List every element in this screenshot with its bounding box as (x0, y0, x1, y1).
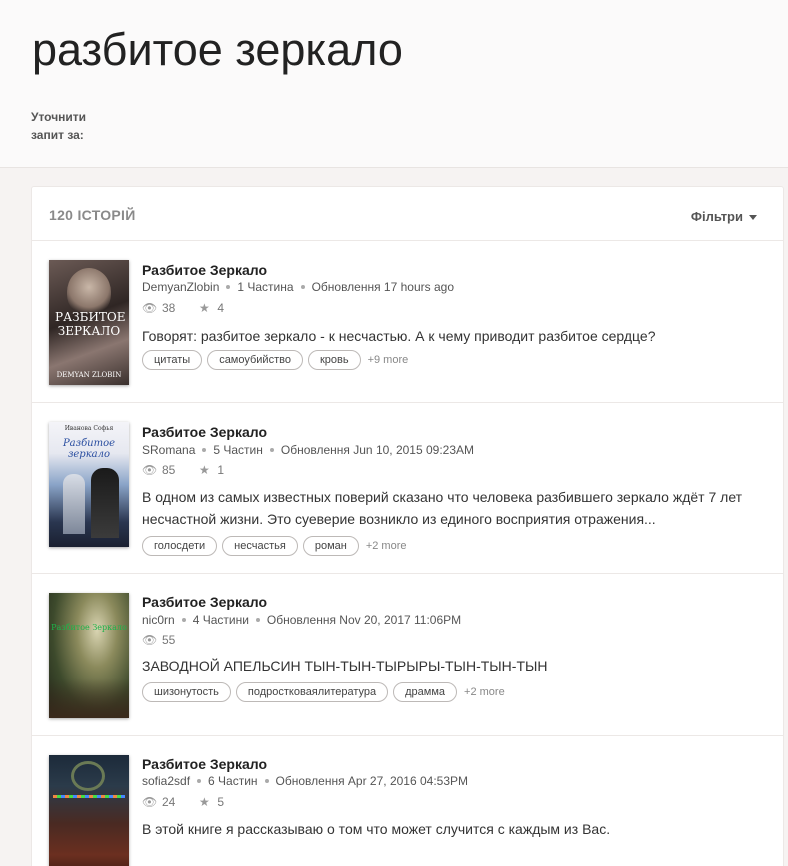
story-author[interactable]: DemyanZlobin (142, 280, 219, 294)
votes-count: 1 (217, 463, 225, 477)
story-stats: 👁 38 ★ 4 (142, 301, 224, 315)
tag[interactable]: несчастья (222, 536, 298, 556)
story-title[interactable]: Разбитое Зеркало (142, 756, 267, 772)
results-panel: 120 ІСТОРІЙ Фільтри РАЗБИТОЕ ЗЕРКАЛО DEM… (31, 186, 784, 866)
views-count: 55 (162, 633, 176, 647)
eye-icon: 👁 (142, 795, 158, 809)
story-item[interactable]: Разбитое Зеркало sofia2sdf 6 Частин Обно… (32, 737, 783, 866)
caret-down-icon (749, 214, 757, 220)
tag[interactable]: драмма (393, 682, 458, 702)
results-header: 120 ІСТОРІЙ Фільтри (32, 187, 783, 241)
story-meta: DemyanZlobin 1 Частина Обновлення 17 hou… (142, 280, 454, 294)
tag[interactable]: роман (302, 536, 359, 556)
story-parts: 4 Частини (192, 613, 249, 627)
story-stats: 👁 24 ★ 5 (142, 795, 224, 809)
story-updated: Обновлення Apr 27, 2016 04:53PM (275, 774, 468, 788)
separator-dot (226, 285, 231, 289)
story-description: В этой книге я рассказываю о том что мож… (142, 821, 611, 837)
search-header: разбитое зеркало Уточнити запит за: (0, 0, 788, 168)
tag[interactable]: голосдети (142, 536, 218, 556)
tag[interactable]: кровь (307, 350, 361, 370)
story-cover[interactable]: Разбитое Зеркало (49, 593, 129, 718)
separator-dot (300, 285, 305, 289)
star-icon: ★ (198, 463, 210, 477)
cover-title: РАЗБИТОЕ ЗЕРКАЛО (55, 310, 126, 338)
filters-label: Фільтри (690, 209, 743, 224)
tag[interactable]: шизонутость (142, 682, 231, 702)
story-cover[interactable] (49, 755, 129, 866)
story-updated: Обновлення Nov 20, 2017 11:06PM (266, 613, 462, 627)
eye-icon: 👁 (142, 633, 158, 647)
star-icon: ★ (198, 301, 210, 315)
page-title: разбитое зеркало (32, 24, 403, 75)
story-tags: цитаты самоубийство кровь +9 more (142, 350, 408, 370)
tag[interactable]: цитаты (142, 350, 203, 370)
cover-author: DEMYAN ZLOBIN (56, 371, 122, 379)
cover-title: Разбитое Зеркало (51, 623, 127, 632)
story-meta: nic0rn 4 Частини Обновлення Nov 20, 2017… (142, 613, 461, 627)
story-item[interactable]: Иванова Софья Разбитое зеркало Разбитое … (32, 404, 783, 574)
story-stats: 👁 55 (142, 633, 175, 647)
views-count: 85 (162, 463, 176, 477)
story-description: Говорят: разбитое зеркало - к несчастью.… (142, 328, 656, 344)
story-updated: Обновлення 17 hours ago (311, 280, 454, 294)
views-count: 38 (162, 301, 176, 315)
separator-dot (269, 448, 274, 452)
story-item[interactable]: РАЗБИТОЕ ЗЕРКАЛО DEMYAN ZLOBIN Разбитое … (32, 242, 783, 403)
cover-author: Иванова Софья (64, 425, 114, 432)
story-meta: SRomana 5 Частин Обновлення Jun 10, 2015… (142, 443, 474, 457)
story-updated: Обновлення Jun 10, 2015 09:23AM (280, 443, 475, 457)
tag[interactable]: подростковаялитература (235, 682, 389, 702)
views-count: 24 (162, 795, 176, 809)
separator-dot (202, 448, 207, 452)
refine-label: Уточнити запит за: (31, 110, 87, 142)
story-parts: 6 Частин (208, 774, 258, 788)
story-cover[interactable]: РАЗБИТОЕ ЗЕРКАЛО DEMYAN ZLOBIN (49, 260, 129, 385)
eye-icon: 👁 (142, 301, 158, 315)
story-parts: 5 Частин (213, 443, 263, 457)
separator-dot (181, 618, 186, 622)
votes-count: 5 (217, 795, 225, 809)
story-parts: 1 Частина (237, 280, 294, 294)
more-tags-link[interactable]: +2 more (366, 540, 407, 552)
story-description: В одном из самых известных поверий сказа… (142, 489, 743, 527)
separator-dot (255, 618, 260, 622)
tag[interactable]: самоубийство (207, 350, 303, 370)
filters-dropdown[interactable]: Фільтри (691, 209, 757, 224)
story-title[interactable]: Разбитое Зеркало (142, 594, 267, 610)
separator-dot (197, 779, 202, 783)
story-description: ЗАВОДНОЙ АПЕЛЬСИН ТЫН-ТЫН-ТЫРЫРЫ-ТЫН-ТЫН… (142, 658, 548, 674)
more-tags-link[interactable]: +2 more (464, 686, 505, 698)
story-author[interactable]: SRomana (142, 443, 195, 457)
story-tags: голосдети несчастья роман +2 more (142, 536, 407, 556)
story-tags: шизонутость подростковаялитература драмм… (142, 682, 505, 702)
separator-dot (264, 779, 269, 783)
story-title[interactable]: Разбитое Зеркало (142, 262, 267, 278)
cover-title: Разбитое зеркало (62, 438, 116, 460)
more-tags-link[interactable]: +9 more (368, 354, 409, 366)
story-cover[interactable]: Иванова Софья Разбитое зеркало (49, 422, 129, 547)
story-count: 120 ІСТОРІЙ (49, 207, 136, 223)
votes-count: 4 (217, 301, 225, 315)
story-title[interactable]: Разбитое Зеркало (142, 424, 267, 440)
story-item[interactable]: Разбитое Зеркало Разбитое Зеркало nic0rn… (32, 575, 783, 736)
eye-icon: 👁 (142, 463, 158, 477)
story-author[interactable]: nic0rn (142, 613, 175, 627)
story-meta: sofia2sdf 6 Частин Обновлення Apr 27, 20… (142, 774, 468, 788)
story-author[interactable]: sofia2sdf (142, 774, 190, 788)
story-stats: 👁 85 ★ 1 (142, 463, 224, 477)
star-icon: ★ (198, 795, 210, 809)
